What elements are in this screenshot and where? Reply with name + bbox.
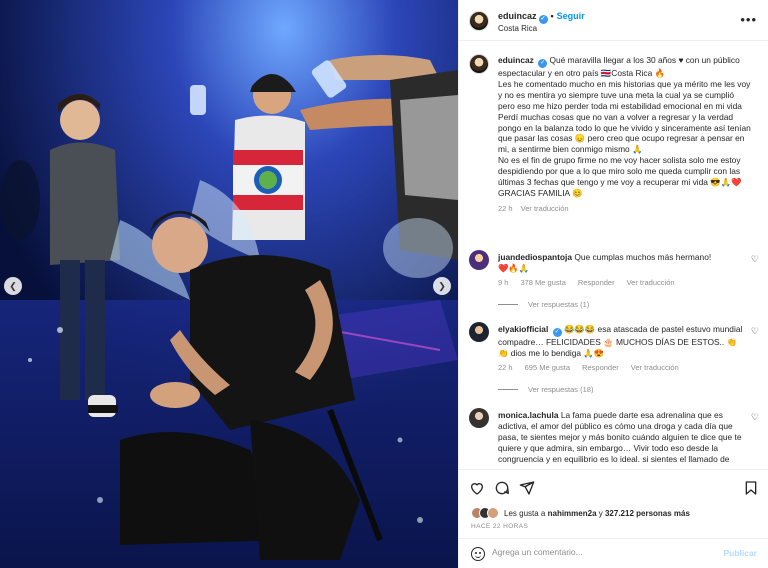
caption-meta: 22 h Ver traducción — [498, 204, 751, 215]
add-comment-bar: Publicar — [459, 538, 768, 568]
post-actions-bar: Les gusta a nahimmen2a y 327.212 persona… — [459, 469, 768, 568]
post-time-ago[interactable]: HACE 22 HORAS — [471, 523, 528, 530]
author-avatar[interactable] — [469, 11, 489, 31]
comment-username[interactable]: elyakiofficial — [498, 324, 548, 334]
post-photo[interactable]: ❮ ❯ — [0, 0, 458, 568]
comment-translate-link[interactable]: Ver traducción — [631, 363, 679, 372]
comment-time[interactable]: 22 h — [498, 363, 513, 372]
comment-like-heart-icon[interactable]: ♡ — [751, 254, 759, 265]
liker-avatar — [487, 507, 499, 519]
caption-author-avatar[interactable] — [469, 54, 489, 74]
comment-body: monica.lachula La fama puede darte esa a… — [498, 410, 745, 465]
save-bookmark-icon[interactable] — [743, 480, 759, 496]
likes-summary: Les gusta a nahimmen2a y 327.212 persona… — [471, 507, 690, 519]
comment-time[interactable]: 9 h — [498, 278, 508, 287]
caption-text: Qué maravilla llegar a los 30 años ♥ con… — [498, 55, 751, 198]
previous-photo-button[interactable]: ❮ — [4, 277, 22, 295]
comment-username[interactable]: monica.lachula — [498, 410, 559, 420]
more-options-icon[interactable]: ••• — [740, 12, 757, 27]
verified-badge-icon: ✓ — [552, 328, 562, 337]
separator-dot: • — [550, 11, 554, 21]
likes-connector: y — [598, 508, 603, 518]
caption-username[interactable]: eduincaz — [498, 55, 534, 65]
comment-likes[interactable]: 695 Me gusta — [525, 363, 570, 372]
post-location[interactable]: Costa Rica — [498, 24, 537, 33]
follow-button[interactable]: Seguir — [557, 11, 585, 21]
author-line: eduincaz ✓ • Seguir — [498, 11, 585, 24]
emoji-picker-icon[interactable] — [471, 547, 485, 561]
comment-meta: 9 h 378 Me gusta Responder Ver traducción — [498, 278, 745, 289]
comment-bubble-icon[interactable] — [494, 480, 510, 496]
likes-count-link[interactable]: 327.212 personas más — [605, 509, 690, 518]
view-replies-link[interactable]: Ver respuestas (1) — [498, 300, 589, 309]
comment-username[interactable]: juandediospantoja — [498, 252, 572, 262]
verified-badge-icon: ✓ — [538, 59, 548, 68]
comment-meta: 22 h 695 Me gusta Responder Ver traducción — [498, 363, 745, 374]
likes-prefix: Les gusta a — [504, 508, 546, 518]
concert-photo-image — [0, 0, 458, 568]
publish-comment-button[interactable]: Publicar — [723, 548, 757, 558]
caption-body: eduincaz ✓ Qué maravilla llegar a los 30… — [498, 55, 751, 215]
comment-reply-button[interactable]: Responder — [582, 363, 619, 372]
share-paper-plane-icon[interactable] — [519, 480, 535, 496]
post-side-panel: eduincaz ✓ • Seguir Costa Rica ••• eduincaz… — [458, 0, 768, 568]
likes-user-link[interactable]: nahimmen2a — [548, 509, 597, 518]
post-header: eduincaz ✓ • Seguir Costa Rica ••• — [459, 0, 768, 41]
comment-like-heart-icon[interactable]: ♡ — [751, 412, 759, 423]
author-username[interactable]: eduincaz — [498, 11, 537, 21]
view-replies-link[interactable]: Ver respuestas (18) — [498, 385, 593, 394]
comment-reply-button[interactable]: Responder — [578, 278, 615, 287]
comment-body: elyakiofficial ✓ 😂😂😂 esa atascada de pas… — [498, 324, 745, 374]
verified-badge-icon: ✓ — [538, 15, 548, 24]
comment-body: juandediospantoja Que cumplas muchos más… — [498, 252, 745, 289]
like-heart-icon[interactable] — [469, 480, 485, 496]
comment-likes[interactable]: 378 Me gusta — [520, 278, 565, 287]
comment-translate-link[interactable]: Ver traducción — [627, 278, 675, 287]
comment-like-heart-icon[interactable]: ♡ — [751, 326, 759, 337]
caption-translate-link[interactable]: Ver traducción — [521, 204, 569, 213]
comment-avatar[interactable] — [469, 408, 489, 428]
comment-avatar[interactable] — [469, 250, 489, 270]
next-photo-button[interactable]: ❯ — [433, 277, 451, 295]
comment-input[interactable] — [492, 547, 702, 557]
comment-avatar[interactable] — [469, 322, 489, 342]
likes-text: Les gusta a nahimmen2a y 327.212 persona… — [504, 509, 690, 518]
caption-time[interactable]: 22 h — [498, 204, 513, 213]
comments-scroll-area[interactable]: eduincaz ✓ Qué maravilla llegar a los 30… — [459, 42, 768, 469]
